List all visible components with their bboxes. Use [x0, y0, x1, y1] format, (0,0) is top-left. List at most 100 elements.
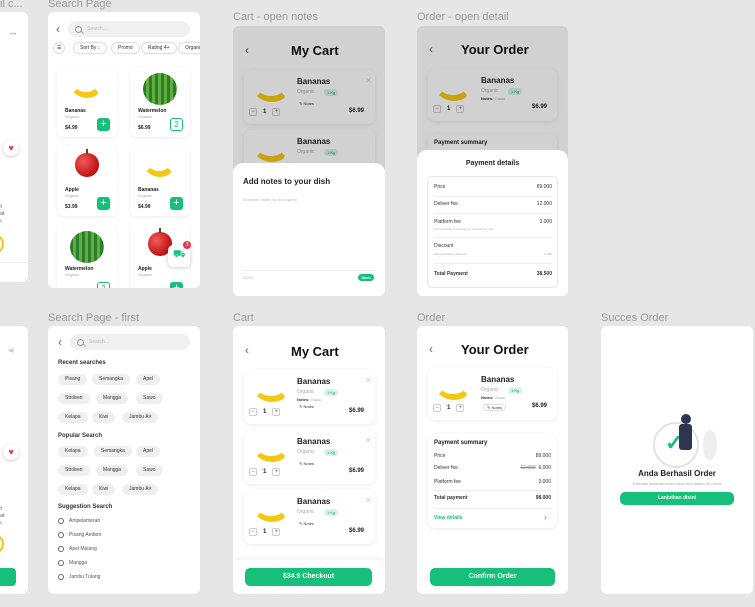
- recent-chip[interactable]: Kiwi: [92, 412, 116, 423]
- notes-button[interactable]: ✎ Notes: [299, 461, 314, 466]
- popular-chip[interactable]: Kelapa: [58, 446, 88, 457]
- added-count-button[interactable]: 2: [170, 118, 183, 131]
- frame-label-succes-order: Succes Order: [601, 312, 669, 324]
- search-first-frame: ‹ Search... Recent searches Pisang Seman…: [48, 326, 200, 594]
- sheet-title: Add notes to your dish: [243, 177, 331, 186]
- success-illustration: ✓: [653, 422, 699, 468]
- popular-chip[interactable]: Stroberi: [58, 465, 90, 476]
- left-partial-frame-bottom: ⋖ ♥ rutthatss.: [0, 326, 28, 594]
- more-icon[interactable]: •••: [10, 32, 16, 38]
- summary-title: Payment summary: [434, 440, 488, 446]
- suggestion-item[interactable]: Mangga: [58, 560, 87, 566]
- popular-chip[interactable]: Semangka: [94, 446, 132, 457]
- product-card[interactable]: Bananas Organic $4.99 +: [57, 67, 117, 137]
- popular-chip[interactable]: Sawo: [136, 465, 163, 476]
- checkout-button[interactable]: $34.9 Checkout: [245, 568, 372, 586]
- product-sub: Organic: [138, 272, 153, 277]
- quantity-stepper[interactable]: −1 +: [433, 404, 465, 412]
- notes-textarea[interactable]: Example: make my food spicy!: [243, 197, 375, 267]
- filter-rating[interactable]: Rating 4+: [141, 42, 177, 54]
- product-sub: Organic: [65, 272, 80, 277]
- popular-chip[interactable]: Mangga: [96, 465, 129, 476]
- close-icon[interactable]: ✕: [365, 436, 372, 445]
- recent-chip[interactable]: Sawo: [136, 393, 163, 404]
- recent-chip[interactable]: Kelapa: [58, 412, 88, 423]
- popular-chip[interactable]: Kiwi: [92, 484, 116, 495]
- quantity-stepper[interactable]: −1 +: [249, 468, 281, 476]
- product-sub: Organic: [65, 114, 80, 119]
- popular-chip[interactable]: Jambu Air: [122, 484, 159, 495]
- search-icon: [58, 518, 64, 524]
- cart-item-card[interactable]: Bananas Organic 1 Kg Notes: Gaulu ✎ Note…: [244, 370, 375, 424]
- added-count-button[interactable]: 2: [97, 282, 110, 288]
- close-icon[interactable]: ✕: [365, 376, 372, 385]
- quantity-stepper[interactable]: −1 +: [249, 528, 281, 536]
- confirm-order-button[interactable]: Confirm Order: [430, 568, 555, 586]
- ring-icon: [0, 234, 4, 254]
- continue-button[interactable]: Lanjutkan disini: [620, 492, 734, 505]
- person-head: [681, 414, 691, 424]
- notes-button[interactable]: ✎ Notes: [299, 521, 314, 526]
- recent-chip[interactable]: Pisang: [58, 374, 88, 385]
- product-card[interactable]: Apple Organic $3.99 +: [57, 146, 117, 216]
- product-card[interactable]: Bananas Organic $4.99 +: [130, 146, 190, 216]
- payment-summary-card: Payment summary Price 89.000 Deliver fee 1…: [428, 434, 557, 528]
- item-price: $6.99: [349, 408, 365, 414]
- heart-icon[interactable]: ♥: [3, 140, 19, 156]
- suggestion-item[interactable]: Jambu Tulang: [58, 574, 100, 580]
- chevron-right-icon[interactable]: ›: [544, 512, 547, 522]
- add-button[interactable]: +: [97, 197, 110, 210]
- product-card[interactable]: Watermelon Organic 2: [57, 225, 117, 288]
- partial-button[interactable]: [0, 568, 16, 586]
- filter-icon[interactable]: ☰: [53, 42, 66, 54]
- success-frame: ✓ Anda Berhasil Order Estimasi pesanan k…: [601, 326, 753, 594]
- suggestion-item[interactable]: Pisang Ambon: [58, 532, 101, 538]
- recent-chip[interactable]: Semangka: [92, 374, 130, 385]
- cart-item-card[interactable]: Bananas Organic 1 Kg ✎ Notes ✕ −1 + $6.99: [244, 430, 375, 484]
- weight-tag: 1 Kg: [324, 449, 339, 456]
- heart-icon[interactable]: ♥: [3, 444, 19, 460]
- notes-button[interactable]: ✎ Notes: [483, 404, 506, 411]
- search-input[interactable]: Search...: [68, 21, 190, 37]
- back-icon[interactable]: ‹: [245, 343, 249, 357]
- search-icon: [75, 25, 82, 33]
- suggestion-item[interactable]: Ampelamerah: [58, 518, 100, 524]
- cart-frame: ‹ My Cart Bananas Organic 1 Kg Notes: Ga…: [233, 326, 385, 594]
- product-sub: Organic: [138, 114, 153, 119]
- item-price: $6.99: [349, 468, 365, 474]
- recent-chip[interactable]: Jambu Air: [122, 412, 159, 423]
- view-details-link[interactable]: View details: [434, 515, 463, 521]
- checkout-bar: $34.9 Checkout: [233, 560, 385, 594]
- back-icon[interactable]: ‹: [56, 22, 60, 36]
- save-button[interactable]: Save: [358, 274, 374, 281]
- plant-icon: [703, 430, 717, 460]
- popular-chip[interactable]: Kelapa: [58, 484, 88, 495]
- close-icon[interactable]: ✕: [365, 496, 372, 505]
- recent-chip[interactable]: Mangga: [96, 393, 129, 404]
- share-icon[interactable]: ⋖: [8, 346, 15, 355]
- add-button[interactable]: +: [97, 118, 110, 131]
- filter-organic[interactable]: Organic: [178, 42, 200, 54]
- back-icon[interactable]: ‹: [429, 342, 433, 356]
- notes-text: Notes: Gaulu: [481, 395, 506, 400]
- product-card[interactable]: Watermelon Organic $6.99 2: [130, 67, 190, 137]
- recent-chip[interactable]: Apel: [136, 374, 161, 385]
- popular-chip[interactable]: Apel: [136, 446, 161, 457]
- cart-item-card[interactable]: Bananas Organic 1 Kg ✎ Notes ✕ −1 + $6.99: [244, 490, 375, 544]
- cart-fab[interactable]: ⛟ 3: [168, 241, 191, 267]
- suggestion-item[interactable]: Apel Malang: [58, 546, 97, 552]
- recent-chip[interactable]: Stroberi: [58, 393, 90, 404]
- char-counter: 0/200: [243, 275, 254, 280]
- payment-details-sheet: Payment details Price 89.000 Deliver fee 1…: [417, 150, 568, 296]
- item-price: $6.99: [532, 403, 548, 409]
- left-partial-label: il c...: [0, 0, 23, 10]
- filter-promo[interactable]: Promo: [111, 42, 140, 54]
- add-button[interactable]: +: [170, 197, 183, 210]
- search-input[interactable]: Search...: [70, 334, 190, 350]
- filter-sort-by[interactable]: Sort By ↕: [73, 42, 108, 54]
- success-title: Anda Berhasil Order: [638, 469, 716, 478]
- quantity-stepper[interactable]: −1 +: [249, 408, 281, 416]
- notes-button[interactable]: ✎ Notes: [299, 404, 314, 409]
- back-icon[interactable]: ‹: [58, 335, 62, 349]
- add-button[interactable]: +: [170, 282, 183, 288]
